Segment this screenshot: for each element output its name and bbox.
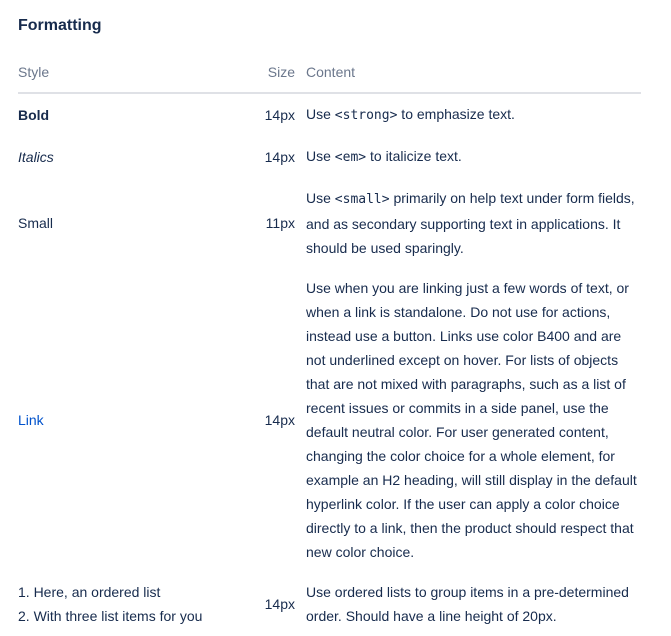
- column-header-size: Size: [256, 58, 295, 94]
- style-cell-bold: Bold: [18, 107, 50, 123]
- table-row: Italics 14px Use <em> to italicize text.: [18, 136, 641, 178]
- size-cell: 14px: [264, 107, 295, 123]
- formatting-table: Style Size Content Bold 14px Use <strong…: [18, 58, 641, 636]
- table-row: Small 11px Use <small> primarily on help…: [18, 178, 641, 268]
- section-title: Formatting: [18, 17, 102, 34]
- table-header-row: Style Size Content: [18, 58, 641, 94]
- style-cell-small: Small: [18, 215, 54, 231]
- size-cell: 11px: [265, 215, 295, 231]
- content-cell: Use <em> to italicize text.: [306, 148, 462, 165]
- table-row: 1. Here, an ordered list 2. With three l…: [18, 572, 641, 636]
- size-cell: 14px: [264, 596, 295, 612]
- content-cell: Use <strong> to emphasize text.: [306, 106, 515, 123]
- column-header-content: Content: [295, 58, 641, 94]
- content-cell: Use when you are linking just a few word…: [306, 280, 637, 560]
- style-cell-italics: Italics: [18, 149, 54, 165]
- style-cell-ordered-list: 1. Here, an ordered list 2. With three l…: [18, 572, 256, 636]
- code-snippet: <small>: [334, 192, 390, 207]
- table-row: Bold 14px Use <strong> to emphasize text…: [18, 93, 641, 136]
- size-cell: 14px: [264, 412, 295, 428]
- content-cell: Use <small> primarily on help text under…: [306, 190, 635, 256]
- table-row: Link 14px Use when you are linking just …: [18, 268, 641, 572]
- style-cell-link[interactable]: Link: [18, 268, 256, 572]
- list-item: 2. With three list items for you: [18, 608, 203, 624]
- code-snippet: <strong>: [334, 108, 398, 123]
- list-item: 1. Here, an ordered list: [18, 584, 161, 600]
- size-cell: 14px: [264, 149, 295, 165]
- ordered-list-example: 1. Here, an ordered list 2. With three l…: [18, 580, 256, 628]
- column-header-style: Style: [18, 58, 256, 94]
- content-cell: Use ordered lists to group items in a pr…: [306, 584, 629, 624]
- code-snippet: <em>: [334, 150, 367, 165]
